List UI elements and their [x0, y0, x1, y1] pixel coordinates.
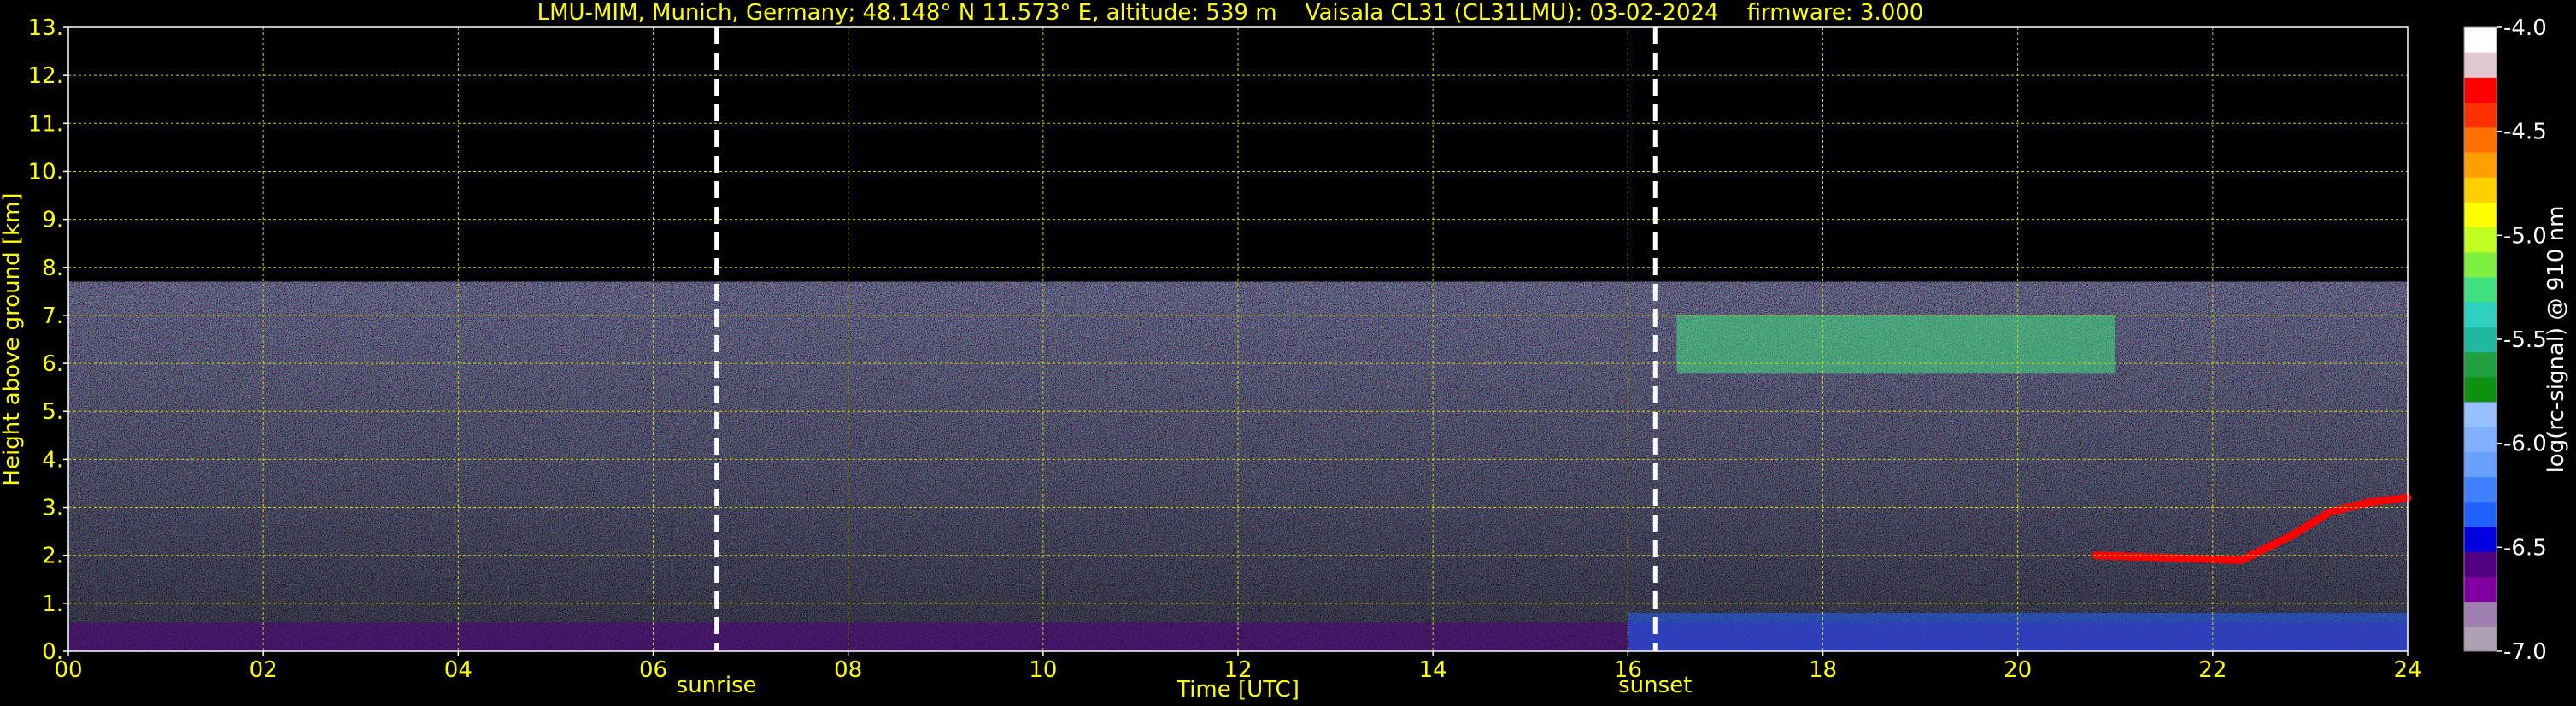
- y-axis-label: Height above ground [km]: [0, 192, 25, 485]
- x-tick-label: 22: [2198, 657, 2227, 683]
- colorbar-segment: [2464, 351, 2497, 378]
- x-tick-label: 02: [249, 657, 278, 683]
- colorbar: -4.0 -4.5 -5.0 -5.5 -6.0 -6.5 -7.0 log(rc-signa…: [2463, 15, 2569, 665]
- colorbar-segment: [2464, 476, 2497, 503]
- colorbar-segment: [2464, 302, 2497, 327]
- y-tick-label: 3.: [42, 496, 63, 521]
- colorbar-segment: [2464, 626, 2497, 652]
- colorbar-segment: [2464, 251, 2497, 278]
- colorbar-segment: [2464, 77, 2497, 103]
- colorbar-tick-label: -5.0: [2503, 223, 2547, 249]
- colorbar-segment: [2464, 27, 2497, 53]
- colorbar-segment: [2464, 376, 2497, 403]
- y-tick-label: 12.: [28, 63, 63, 89]
- colorbar-tick-label: -4.0: [2503, 15, 2547, 41]
- heatmap-feature: [1676, 315, 2115, 374]
- colorbar-segment: [2464, 551, 2497, 577]
- colorbar-segment: [2464, 227, 2497, 253]
- x-tick-label: 08: [834, 657, 862, 683]
- sunrise-label: sunrise: [677, 673, 757, 698]
- colorbar-label: log(rc-signal) @ 910 nm: [2544, 206, 2569, 474]
- x-tick-label: 18: [1809, 657, 1837, 683]
- x-axis-label: Time [UTC]: [1176, 677, 1300, 703]
- colorbar-tick-label: -6.5: [2503, 535, 2547, 561]
- colorbar-segment: [2464, 202, 2497, 228]
- chart-title: LMU-MIM, Munich, Germany; 48.148° N 11.5…: [537, 0, 1924, 26]
- y-tick-label: 1.: [42, 591, 63, 617]
- x-tick-label: 10: [1029, 657, 1057, 683]
- y-tick-label: 4.: [42, 447, 63, 473]
- y-tick-label: 2.: [42, 544, 63, 569]
- colorbar-tick-label: -4.5: [2503, 120, 2547, 145]
- colorbar-segment: [2464, 126, 2497, 153]
- colorbar-segment: [2464, 327, 2497, 353]
- y-tick-label: 7.: [42, 303, 63, 329]
- colorbar-segment: [2464, 601, 2497, 627]
- x-tick-label: 24: [2393, 657, 2421, 683]
- x-tick-label: 20: [2004, 657, 2032, 683]
- colorbar-segment: [2464, 527, 2497, 552]
- colorbar-tick-label: -7.0: [2503, 639, 2547, 665]
- colorbar-segment: [2464, 102, 2497, 128]
- y-tick-label: 8.: [42, 256, 63, 281]
- x-tick-label: 16: [1614, 657, 1642, 683]
- colorbar-segment: [2464, 402, 2497, 427]
- colorbar-segment: [2464, 501, 2497, 527]
- y-tick-label: 9.: [42, 208, 63, 233]
- colorbar-tick-label: -5.5: [2503, 327, 2547, 353]
- y-tick-label: 6.: [42, 351, 63, 377]
- colorbar-segment: [2464, 451, 2497, 478]
- x-tick-label: 14: [1419, 657, 1447, 683]
- colorbar-segment: [2464, 576, 2497, 603]
- x-tick-label: 04: [444, 657, 472, 683]
- y-tick-label: 11.: [28, 111, 63, 137]
- y-tick-label: 10.: [28, 159, 63, 185]
- lidar-chart: sunrise sunset 00 02 04 06 08 10 12 14 16 18 20 22 24…: [0, 15, 2569, 703]
- colorbar-segment: [2464, 177, 2497, 203]
- colorbar-segment: [2464, 277, 2497, 303]
- y-tick-label: 5.: [42, 399, 63, 425]
- x-tick-label: 06: [639, 657, 667, 683]
- colorbar-tick-label: -6.0: [2503, 432, 2547, 457]
- colorbar-segment: [2464, 52, 2497, 78]
- colorbar-segment: [2464, 152, 2497, 178]
- colorbar-segment: [2464, 427, 2497, 452]
- y-tick-label: 0.: [42, 639, 63, 665]
